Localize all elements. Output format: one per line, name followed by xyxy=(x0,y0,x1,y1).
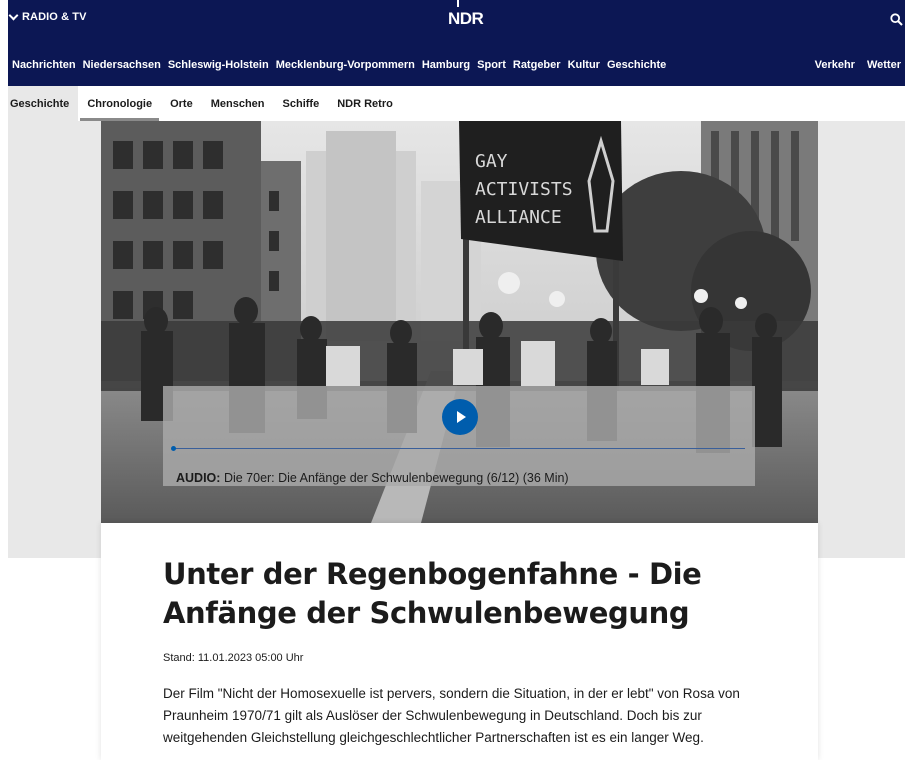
banner-line-3: ALLIANCE xyxy=(475,207,562,228)
radio-tv-menu-button[interactable]: RADIO & TV xyxy=(8,10,87,23)
article-timestamp: Stand: 11.01.2023 05:00 Uhr xyxy=(163,652,304,664)
nav-item-geschichte[interactable]: Geschichte xyxy=(604,59,670,71)
chevron-down-icon xyxy=(8,10,19,20)
audio-progress-track[interactable] xyxy=(173,448,745,449)
sub-nav: Geschichte Chronologie Orte Menschen Sch… xyxy=(8,86,905,121)
page: RADIO & TV NDR Nachrichten Niedersachsen… xyxy=(8,0,905,760)
nav-item-schleswig-holstein[interactable]: Schleswig-Holstein xyxy=(165,59,273,71)
nav-item-kultur[interactable]: Kultur xyxy=(565,59,604,71)
audio-progress-handle[interactable] xyxy=(171,446,176,451)
top-bar: RADIO & TV NDR xyxy=(8,0,905,44)
nav-item-mecklenburg-vorpommern[interactable]: Mecklenburg-Vorpommern xyxy=(273,59,419,71)
sub-nav-item-chronologie[interactable]: Chronologie xyxy=(78,86,161,121)
sub-nav-item-orte[interactable]: Orte xyxy=(161,86,202,121)
search-icon[interactable] xyxy=(890,13,903,26)
audio-player: AUDIO: Die 70er: Die Anfänge der Schwule… xyxy=(163,386,755,486)
play-button[interactable] xyxy=(442,399,478,435)
article-headline: Unter der Regenbogenfahne - Die Anfänge … xyxy=(163,557,702,630)
logo-accent xyxy=(457,0,459,7)
nav-item-niedersachsen[interactable]: Niedersachsen xyxy=(80,59,165,71)
article-card: Unter der Regenbogenfahne - Die Anfänge … xyxy=(101,523,818,760)
nav-item-nachrichten[interactable]: Nachrichten xyxy=(9,59,80,71)
audio-title-text: Die 70er: Die Anfänge der Schwulenbewegu… xyxy=(223,471,569,485)
article-teaser: Der Film "Nicht der Homosexuelle ist per… xyxy=(163,686,740,745)
audio-prefix: AUDIO: xyxy=(176,471,221,485)
main-nav: Nachrichten Niedersachsen Schleswig-Hols… xyxy=(8,44,905,86)
sub-nav-item-menschen[interactable]: Menschen xyxy=(202,86,274,121)
sub-nav-item-ndr-retro[interactable]: NDR Retro xyxy=(328,86,402,121)
radio-tv-label: RADIO & TV xyxy=(22,11,87,23)
nav-item-sport[interactable]: Sport xyxy=(474,59,510,71)
sub-nav-item-schiffe[interactable]: Schiffe xyxy=(274,86,329,121)
audio-title: AUDIO: Die 70er: Die Anfänge der Schwule… xyxy=(176,471,569,485)
nav-item-wetter[interactable]: Wetter xyxy=(859,59,905,71)
nav-right-group: Verkehr Wetter xyxy=(807,44,905,86)
ndr-logo[interactable]: NDR xyxy=(448,9,484,29)
nav-item-verkehr[interactable]: Verkehr xyxy=(807,59,859,71)
nav-item-hamburg[interactable]: Hamburg xyxy=(419,59,474,71)
sub-nav-section-geschichte[interactable]: Geschichte xyxy=(8,86,79,121)
banner-line-2: ACTIVISTS xyxy=(475,179,573,200)
nav-item-ratgeber[interactable]: Ratgeber xyxy=(510,59,565,71)
banner-line-1: GAY xyxy=(475,151,508,172)
play-icon xyxy=(457,411,466,423)
